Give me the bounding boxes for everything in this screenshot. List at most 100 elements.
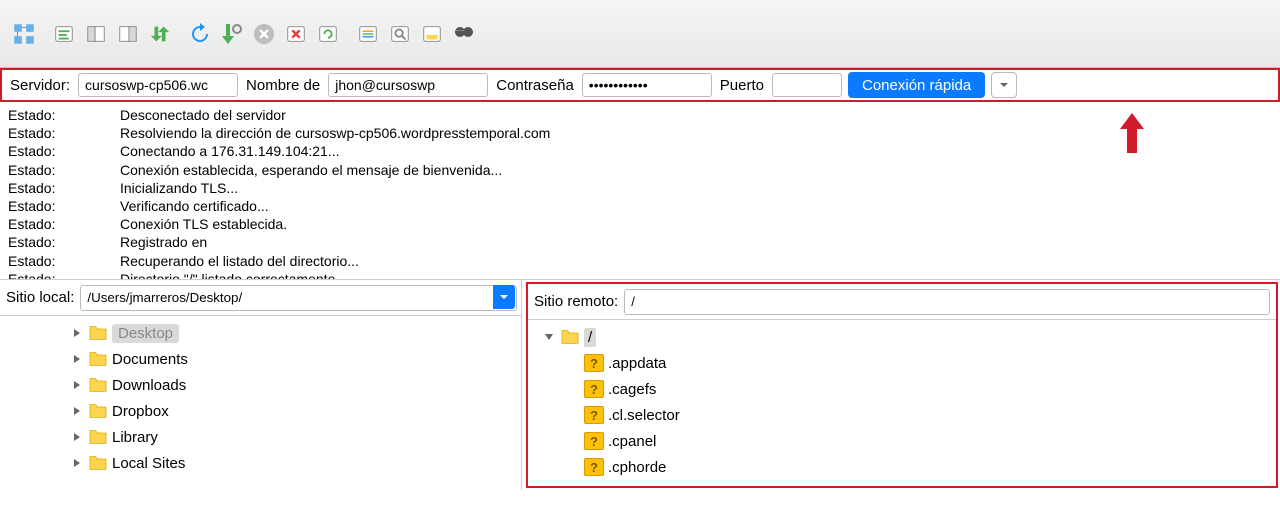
toolbar-group-4 xyxy=(354,20,478,48)
toolbar-group-3 xyxy=(186,20,342,48)
folder-icon xyxy=(88,455,108,471)
local-tree[interactable]: Desktop Documents Downloads Dropbox Library L… xyxy=(0,316,521,490)
message-log: Estado:Desconectado del servidorEstado:R… xyxy=(0,102,1280,280)
tree-item-label: .appdata xyxy=(608,355,666,372)
quickconnect-history-button[interactable] xyxy=(991,72,1017,98)
log-message: Conectando a 176.31.149.104:21... xyxy=(120,142,1272,160)
disclosure-triangle-icon[interactable] xyxy=(70,326,84,340)
log-tag: Estado: xyxy=(8,252,120,270)
unknown-folder-icon: ? xyxy=(584,432,604,450)
user-label: Nombre de xyxy=(244,77,322,94)
log-tag: Estado: xyxy=(8,215,120,233)
tree-item-label: Documents xyxy=(112,351,188,368)
tree-item[interactable]: Dropbox xyxy=(6,398,515,424)
reconnect-icon[interactable] xyxy=(314,20,342,48)
log-row: Estado:Conectando a 176.31.149.104:21... xyxy=(8,142,1272,160)
main-toolbar xyxy=(0,0,1280,68)
log-tag: Estado: xyxy=(8,233,120,251)
password-label: Contraseña xyxy=(494,77,576,94)
log-message: Conexión TLS establecida. xyxy=(120,215,1272,233)
callout-arrow-icon xyxy=(1120,113,1144,153)
tree-item[interactable]: Desktop xyxy=(6,320,515,346)
log-tag: Estado: xyxy=(8,270,120,280)
unknown-folder-icon: ? xyxy=(584,406,604,424)
log-tag: Estado: xyxy=(8,197,120,215)
disconnect-icon[interactable] xyxy=(282,20,310,48)
search-icon[interactable] xyxy=(450,20,478,48)
disclosure-triangle-icon[interactable] xyxy=(542,330,556,344)
tree-item[interactable]: ?.appdata xyxy=(534,350,1270,376)
remote-path-input[interactable] xyxy=(624,289,1270,315)
toggle-queue-icon[interactable] xyxy=(146,20,174,48)
log-row: Estado:Inicializando TLS... xyxy=(8,179,1272,197)
log-row: Estado:Desconectado del servidor xyxy=(8,106,1272,124)
filter-icon[interactable] xyxy=(386,20,414,48)
folder-icon xyxy=(88,325,108,341)
local-path-row: Sitio local: xyxy=(0,280,521,316)
disclosure-triangle-icon[interactable] xyxy=(70,430,84,444)
folder-icon xyxy=(88,377,108,393)
toggle-remotetree-icon[interactable] xyxy=(114,20,142,48)
tree-item[interactable]: Local Sites xyxy=(6,450,515,476)
log-row: Estado:Directorio "/" listado correctame… xyxy=(8,270,1272,280)
site-manager-icon[interactable] xyxy=(10,20,38,48)
folder-icon xyxy=(88,403,108,419)
toggle-log-icon[interactable] xyxy=(50,20,78,48)
remote-site-label: Sitio remoto: xyxy=(534,293,618,310)
tree-item[interactable]: ?.cl.selector xyxy=(534,402,1270,428)
log-row: Estado:Resolviendo la dirección de curso… xyxy=(8,124,1272,142)
password-input[interactable] xyxy=(582,73,712,97)
tree-item[interactable]: ?.cphorde xyxy=(534,454,1270,480)
refresh-icon[interactable] xyxy=(186,20,214,48)
remote-tree[interactable]: /?.appdata?.cagefs?.cl.selector?.cpanel?… xyxy=(528,320,1276,486)
log-tag: Estado: xyxy=(8,124,120,142)
local-path-input[interactable] xyxy=(80,285,517,311)
folder-icon xyxy=(560,329,580,345)
log-row: Estado:Verificando certificado... xyxy=(8,197,1272,215)
log-message: Desconectado del servidor xyxy=(120,106,1272,124)
port-input[interactable] xyxy=(772,73,842,97)
disclosure-triangle-icon[interactable] xyxy=(70,404,84,418)
tree-item-label: / xyxy=(584,328,596,347)
log-tag: Estado: xyxy=(8,161,120,179)
tree-item-label: .cagefs xyxy=(608,381,656,398)
tree-item-label: Downloads xyxy=(112,377,186,394)
process-queue-icon[interactable] xyxy=(218,20,246,48)
quickconnect-bar: Servidor: Nombre de Contraseña Puerto Co… xyxy=(0,68,1280,102)
toggle-localtree-icon[interactable] xyxy=(82,20,110,48)
log-message: Recuperando el listado del directorio... xyxy=(120,252,1272,270)
unknown-folder-icon: ? xyxy=(584,380,604,398)
tree-item-label: Library xyxy=(112,429,158,446)
tree-item[interactable]: Downloads xyxy=(6,372,515,398)
cancel-icon[interactable] xyxy=(250,20,278,48)
tree-item-label: Local Sites xyxy=(112,455,185,472)
toolbar-group-1 xyxy=(10,20,38,48)
unknown-folder-icon: ? xyxy=(584,354,604,372)
log-row: Estado:Conexión establecida, esperando e… xyxy=(8,161,1272,179)
tree-item[interactable]: ?.cpanel xyxy=(534,428,1270,454)
tree-item-label: .cl.selector xyxy=(608,407,680,424)
port-label: Puerto xyxy=(718,77,766,94)
filelist-icon[interactable] xyxy=(354,20,382,48)
tree-item[interactable]: Documents xyxy=(6,346,515,372)
log-message: Inicializando TLS... xyxy=(120,179,1272,197)
unknown-folder-icon: ? xyxy=(584,458,604,476)
folder-icon xyxy=(88,429,108,445)
remote-path-row: Sitio remoto: xyxy=(528,284,1276,320)
disclosure-triangle-icon[interactable] xyxy=(70,456,84,470)
tree-item-label: .cpanel xyxy=(608,433,656,450)
log-message: Registrado en xyxy=(120,233,1272,251)
tree-item-root[interactable]: / xyxy=(534,324,1270,350)
server-input[interactable] xyxy=(78,73,238,97)
disclosure-triangle-icon[interactable] xyxy=(70,378,84,392)
tree-item[interactable]: ?.cagefs xyxy=(534,376,1270,402)
log-tag: Estado: xyxy=(8,179,120,197)
tree-item[interactable]: Library xyxy=(6,424,515,450)
file-panes: Sitio local: Desktop Documents Downloads Dr… xyxy=(0,280,1280,490)
compare-icon[interactable] xyxy=(418,20,446,48)
log-row: Estado:Conexión TLS establecida. xyxy=(8,215,1272,233)
user-input[interactable] xyxy=(328,73,488,97)
disclosure-triangle-icon[interactable] xyxy=(70,352,84,366)
quickconnect-button[interactable]: Conexión rápida xyxy=(848,72,985,98)
remote-pane: Sitio remoto: /?.appdata?.cagefs?.cl.sel… xyxy=(526,282,1278,488)
